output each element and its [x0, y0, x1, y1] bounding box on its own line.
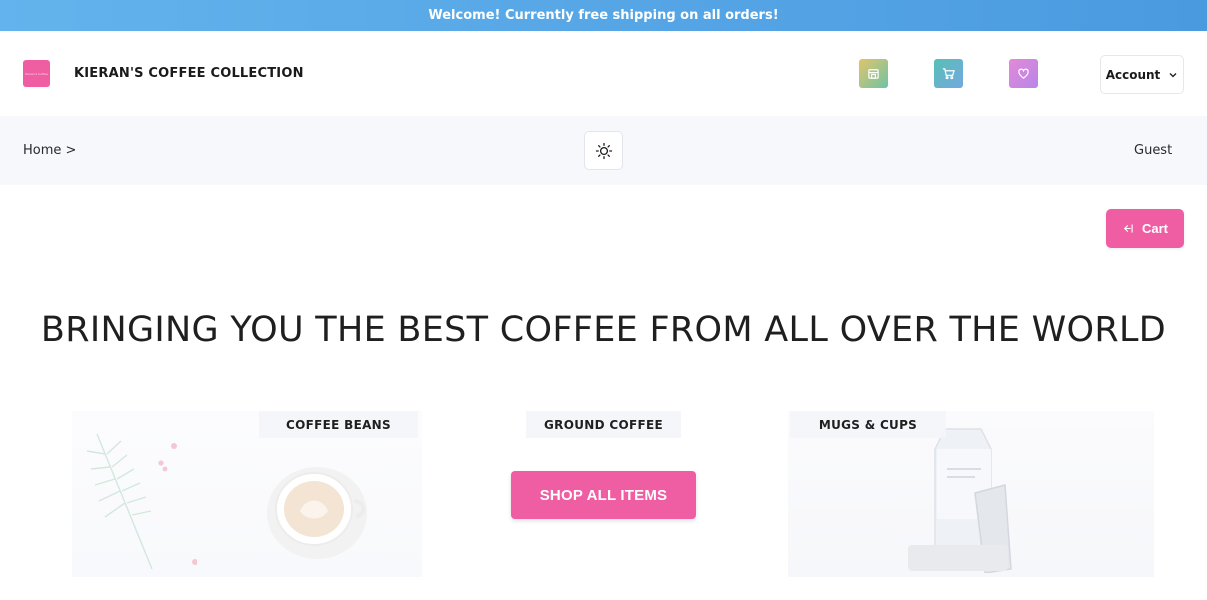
- shop-all-items-button[interactable]: SHOP ALL ITEMS: [511, 471, 696, 519]
- category-label-mugs-cups[interactable]: MUGS & CUPS: [790, 411, 946, 438]
- site-header: Kieran's Coffee KIERAN'S COFFEE COLLECTI…: [0, 31, 1207, 116]
- wishlist-button[interactable]: [1009, 59, 1038, 88]
- user-status: Guest: [1134, 143, 1173, 158]
- chevron-down-icon: [1169, 72, 1177, 77]
- theme-toggle-button[interactable]: [584, 131, 623, 170]
- store-button[interactable]: [859, 59, 888, 88]
- cart-button-label: Cart: [1141, 221, 1168, 236]
- sub-navigation-bar: Home > Guest: [0, 116, 1207, 185]
- store-icon: [868, 69, 879, 79]
- brand-name[interactable]: KIERAN'S COFFEE COLLECTION: [74, 66, 304, 81]
- heart-icon: [1018, 68, 1029, 79]
- breadcrumb[interactable]: Home >: [23, 143, 76, 158]
- site-logo[interactable]: Kieran's Coffee: [23, 60, 50, 87]
- cart-button[interactable]: Cart: [1106, 209, 1184, 248]
- promo-text: Welcome! Currently free shipping on all …: [428, 8, 779, 23]
- main-content: Cart BRINGING YOU THE BEST COFFEE FROM A…: [0, 185, 1207, 600]
- logo-text: Kieran's Coffee: [25, 71, 48, 76]
- latte-cup-image: [267, 467, 367, 559]
- category-label-ground-coffee[interactable]: GROUND COFFEE: [526, 411, 681, 438]
- category-label-coffee-beans[interactable]: COFFEE BEANS: [259, 411, 418, 438]
- cart-nav-button[interactable]: [934, 59, 963, 88]
- fern-sprig-image: [86, 433, 197, 570]
- account-dropdown[interactable]: Account: [1100, 55, 1184, 94]
- coffee-bag-image: [908, 428, 1012, 573]
- sign-in-arrow-icon: [1123, 224, 1133, 233]
- cart-icon: [942, 68, 955, 80]
- hero-title: BRINGING YOU THE BEST COFFEE FROM ALL OV…: [40, 310, 1167, 350]
- promo-banner: Welcome! Currently free shipping on all …: [0, 0, 1207, 31]
- sun-icon: [595, 142, 612, 159]
- account-label: Account: [1105, 67, 1161, 82]
